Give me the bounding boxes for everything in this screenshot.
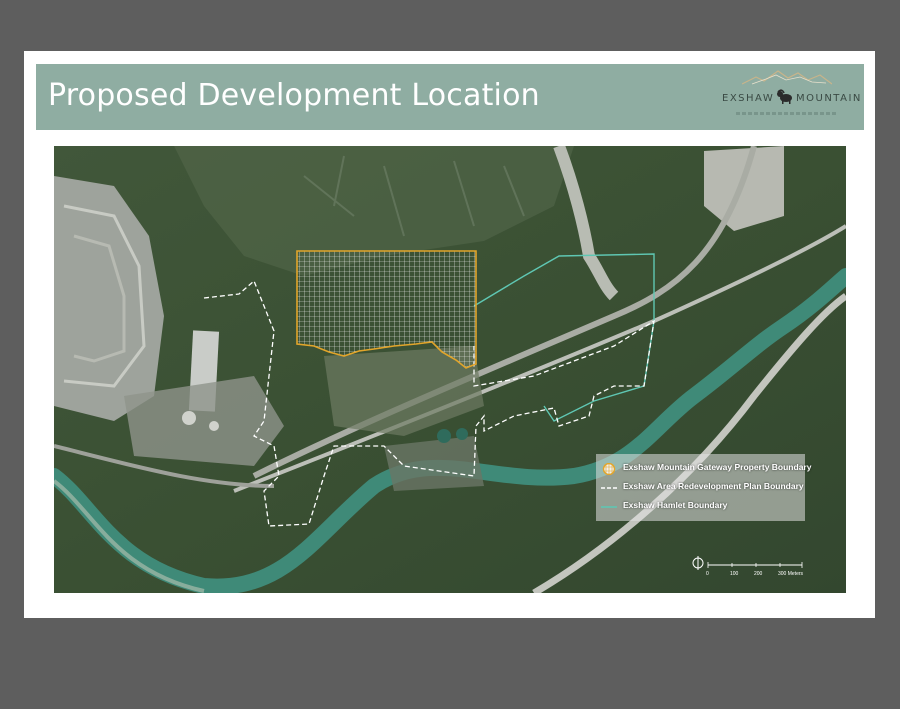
bighorn-sheep-icon <box>777 89 792 104</box>
logo-subline <box>736 112 836 115</box>
scale-tick-0: 0 <box>706 571 709 577</box>
scale-tick-200: 200 <box>754 571 763 577</box>
pond <box>437 429 451 443</box>
mountain-peaks-icon <box>742 70 832 85</box>
slide: Proposed Development Location EXSHAW MOU… <box>24 51 875 618</box>
grid-hatched-polygon-icon <box>602 463 616 475</box>
legend-label-arp: Exshaw Area Redevelopment Plan Boundary <box>623 481 804 491</box>
page-title: Proposed Development Location <box>48 78 540 113</box>
legend-label-property: Exshaw Mountain Gateway Property Boundar… <box>623 462 812 472</box>
map-legend: Exshaw Mountain Gateway Property Boundar… <box>596 454 811 521</box>
exshaw-mountain-logo: EXSHAW MOUNTAIN <box>722 68 860 126</box>
legend-item-arp: Exshaw Area Redevelopment Plan Boundary <box>601 481 805 495</box>
logo-word-left: EXSHAW <box>722 93 775 104</box>
solid-line-icon <box>601 506 617 508</box>
legend-item-hamlet: Exshaw Hamlet Boundary <box>601 500 805 514</box>
north-arrow-icon <box>692 556 803 570</box>
pond <box>456 428 468 440</box>
industrial-tank <box>182 411 196 425</box>
aerial-map: Exshaw Mountain Gateway Property Boundar… <box>54 146 846 593</box>
logo-word-right: MOUNTAIN <box>796 93 862 104</box>
scale-tick-300: 300 Meters <box>778 571 804 577</box>
scale-bar: 0 100 200 300 Meters <box>692 554 812 582</box>
dashed-line-icon <box>601 487 617 489</box>
map-imagery <box>54 146 846 593</box>
title-bar: Proposed Development Location EXSHAW MOU… <box>36 64 864 130</box>
legend-item-property: Exshaw Mountain Gateway Property Boundar… <box>601 462 811 476</box>
industrial-tank <box>209 421 219 431</box>
legend-label-hamlet: Exshaw Hamlet Boundary <box>623 500 728 510</box>
scale-tick-100: 100 <box>730 571 739 577</box>
